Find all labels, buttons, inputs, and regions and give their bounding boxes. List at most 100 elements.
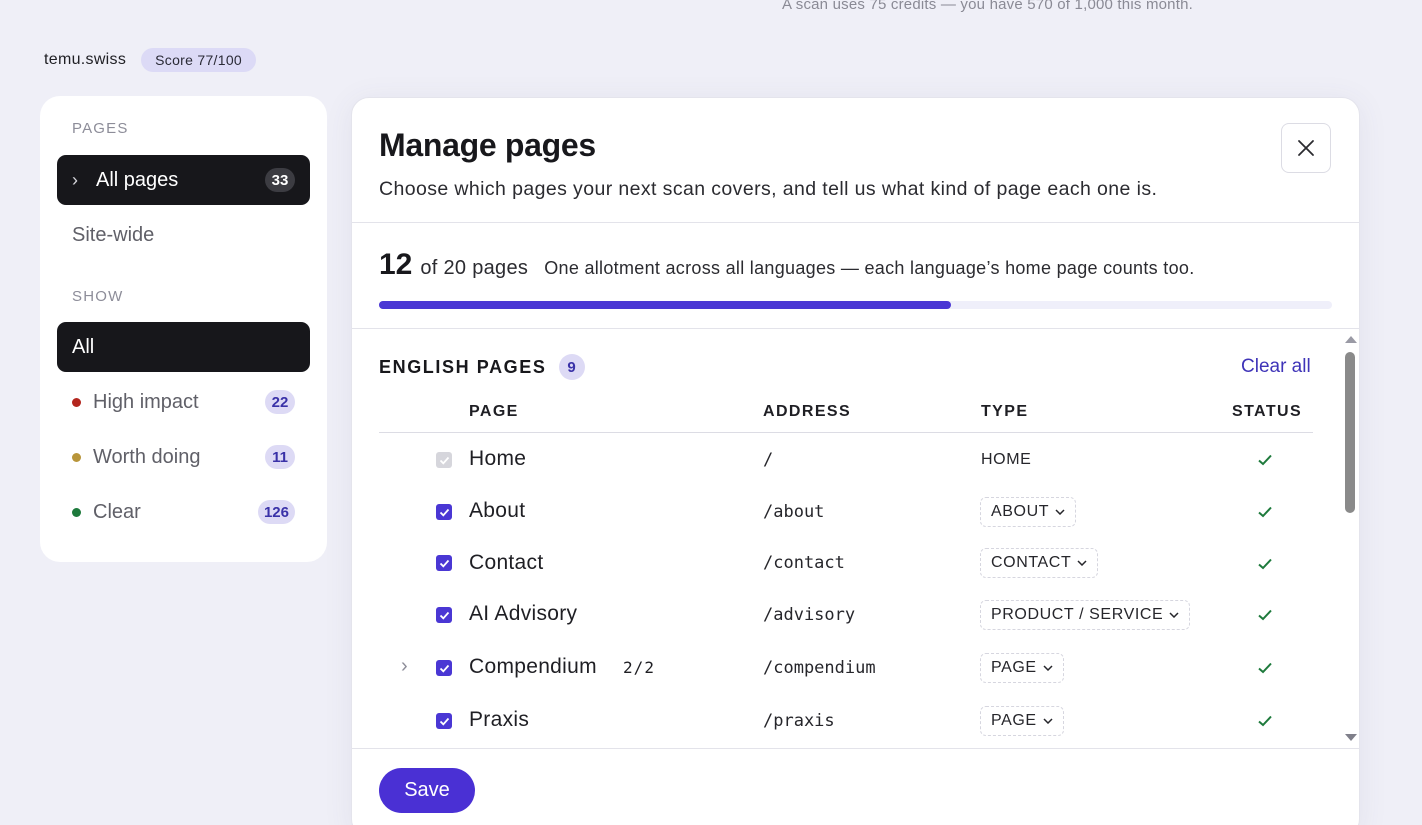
site-name: temu.swiss	[44, 51, 127, 68]
table-row: Home / HOME	[352, 441, 1342, 481]
dialog-title: Manage pages	[379, 127, 596, 163]
scroll-down-arrow-icon[interactable]	[1345, 734, 1357, 741]
chevron-down-icon	[1077, 560, 1087, 566]
expand-row-chevron-icon[interactable]: ›	[401, 655, 408, 678]
section-count-badge: 9	[558, 354, 585, 380]
filter-label: All	[72, 335, 95, 358]
sidebar-item-all-pages[interactable]: › All pages 33	[57, 155, 310, 205]
page-name: Compendium	[469, 655, 597, 678]
status-ok-icon	[1258, 715, 1272, 727]
status-ok-icon	[1258, 454, 1272, 466]
quota-note: One allotment across all languages — eac…	[544, 258, 1195, 278]
page-address: /	[763, 450, 774, 470]
count-badge: 33	[265, 168, 295, 192]
page-checkbox[interactable]	[436, 452, 452, 468]
status-ok-icon	[1258, 558, 1272, 570]
column-header-page: PAGE	[469, 403, 519, 420]
save-button[interactable]: Save	[379, 768, 475, 813]
filter-label: Worth doing	[93, 445, 201, 468]
check-icon	[439, 611, 449, 620]
filter-worth-doing[interactable]: Worth doing 11	[57, 432, 310, 482]
page-checkbox[interactable]	[436, 555, 452, 571]
page-type-value: PAGE	[991, 712, 1037, 729]
quota-progress-bar	[379, 301, 1332, 309]
quota-total: of 20 pages	[420, 257, 529, 279]
header-divider	[379, 432, 1313, 433]
chevron-down-icon	[1055, 509, 1065, 515]
sidebar-item-site-wide[interactable]: Site-wide	[57, 210, 310, 260]
page-type-select[interactable]: PAGE	[980, 706, 1064, 736]
sidebar-item-label: All pages	[96, 168, 179, 191]
section-title: ENGLISH PAGES	[379, 356, 547, 377]
check-icon	[439, 559, 449, 568]
page-name: AI Advisory	[469, 602, 578, 625]
page-address: /compendium	[763, 658, 876, 678]
check-icon	[439, 664, 449, 673]
table-row: About /about ABOUT	[352, 493, 1342, 533]
page-name: Praxis	[469, 708, 530, 731]
pages-heading: PAGES	[72, 120, 129, 137]
page-type-value: PRODUCT / SERVICE	[991, 606, 1164, 623]
page-name-group: Compendium 2/2	[469, 655, 655, 679]
page-address: /praxis	[763, 711, 835, 731]
page-type-select[interactable]: PRODUCT / SERVICE	[980, 600, 1191, 630]
page-type-select[interactable]: CONTACT	[980, 548, 1099, 578]
page-type-select[interactable]: ABOUT	[980, 497, 1077, 527]
divider	[352, 328, 1359, 329]
page-name: About	[469, 499, 526, 522]
credits-note: A scan uses 75 credits — you have 570 of…	[782, 0, 1194, 13]
manage-pages-dialog: Manage pages Choose which pages your nex…	[351, 97, 1360, 825]
page-checkbox[interactable]	[436, 660, 452, 676]
table-row: AI Advisory /advisory PRODUCT / SERVICE	[352, 596, 1342, 636]
quota-used: 12	[379, 248, 413, 281]
check-icon	[439, 508, 449, 517]
check-icon	[439, 717, 449, 726]
filter-high-impact[interactable]: High impact 22	[57, 377, 310, 427]
count-badge: 126	[257, 500, 295, 524]
column-header-address: ADDRESS	[763, 403, 852, 420]
page-checkbox[interactable]	[436, 504, 452, 520]
site-header: temu.swiss Score 77/100	[44, 48, 257, 72]
count-badge: 22	[265, 390, 295, 414]
status-ok-icon	[1258, 506, 1272, 518]
page-address: /about	[763, 502, 825, 522]
score-badge: Score 77/100	[141, 48, 257, 72]
page-type-value: CONTACT	[991, 554, 1072, 571]
page-name: Home	[469, 447, 527, 470]
section-header: ENGLISH PAGES 9	[379, 354, 585, 380]
page-type-value: ABOUT	[991, 503, 1050, 520]
scroll-up-arrow-icon[interactable]	[1345, 336, 1357, 343]
scrollbar-thumb[interactable]	[1345, 352, 1355, 513]
clear-all-link[interactable]: Clear all	[1241, 356, 1311, 378]
status-ok-icon	[1258, 662, 1272, 674]
page-type-select[interactable]: PAGE	[980, 653, 1064, 683]
page-type: HOME	[981, 451, 1032, 468]
status-ok-icon	[1258, 609, 1272, 621]
quota-summary: 12 of 20 pages One allotment across all …	[379, 248, 1195, 282]
clear-dot-icon	[72, 507, 81, 517]
page-checkbox[interactable]	[436, 713, 452, 729]
check-icon	[439, 456, 449, 465]
subpage-count: 2/2	[623, 658, 655, 677]
count-badge: 11	[265, 445, 295, 469]
dialog-subtitle: Choose which pages your next scan covers…	[379, 178, 1158, 200]
sidebar: PAGES › All pages 33 Site-wide SHOW All …	[40, 96, 327, 562]
show-heading: SHOW	[72, 288, 124, 305]
page-type-value: PAGE	[991, 659, 1037, 676]
close-button[interactable]	[1281, 123, 1331, 173]
filter-label: Clear	[93, 500, 141, 523]
filter-label: High impact	[93, 390, 199, 413]
filter-clear[interactable]: Clear 126	[57, 487, 310, 537]
filter-all[interactable]: All	[57, 322, 310, 372]
column-header-status: STATUS	[1232, 403, 1303, 420]
worth-doing-dot-icon	[72, 452, 81, 462]
sidebar-item-label: Site-wide	[72, 223, 155, 246]
page-checkbox[interactable]	[436, 607, 452, 623]
divider	[352, 748, 1359, 749]
chevron-down-icon	[1169, 612, 1179, 618]
divider	[352, 222, 1359, 223]
column-header-type: TYPE	[981, 403, 1029, 420]
page-address: /contact	[763, 553, 845, 573]
table-row: › Compendium 2/2 /compendium PAGE	[352, 649, 1342, 689]
high-impact-dot-icon	[72, 397, 81, 407]
